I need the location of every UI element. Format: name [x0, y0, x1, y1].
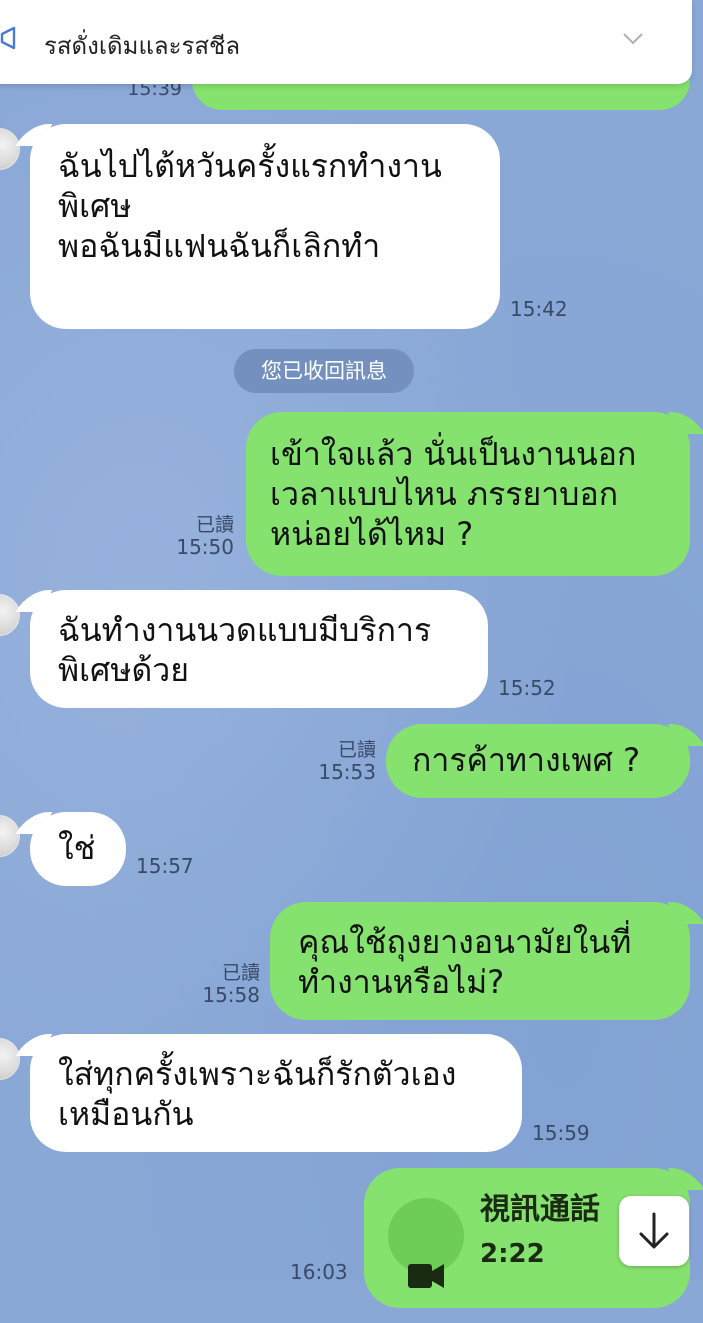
message-meta: 已讀 15:50 [164, 514, 234, 559]
message-time: 15:59 [532, 1121, 590, 1145]
message-time: 15:42 [510, 297, 568, 321]
incoming-message[interactable]: ฉันทำงานนวดแบบมีบริการ พิเศษด้วย [30, 590, 488, 708]
chevron-down-icon[interactable] [622, 32, 644, 46]
read-receipt: 已讀 [337, 739, 376, 761]
message-time: 15:50 [176, 535, 234, 559]
incoming-message[interactable]: ใส่ทุกครั้งเพราะฉันก็รักตัวเอง เหมือนกัน [30, 1034, 522, 1152]
video-call-icon-badge [388, 1198, 464, 1288]
message-time: 15:58 [202, 983, 260, 1007]
incoming-message[interactable]: ใช่ [30, 812, 126, 886]
outgoing-message[interactable]: คุณใช้ถุงยางอนามัยในที่ ทำงานหรือไม่? [270, 902, 690, 1020]
announcement-banner[interactable]: รสดั่งเดิมและรสชีล [0, 0, 692, 84]
message-time: 15:53 [318, 760, 376, 784]
outgoing-message[interactable]: การค้าทางเพศ ? [386, 724, 690, 798]
message-meta: 已讀 15:58 [188, 962, 260, 1007]
scroll-to-bottom-button[interactable] [619, 1196, 689, 1266]
video-camera-icon [408, 1264, 444, 1288]
message-meta: 已讀 15:53 [304, 739, 376, 784]
message-time: 15:57 [136, 854, 194, 878]
call-duration: 2:22 [480, 1239, 545, 1269]
system-notice: 您已收回訊息 [234, 349, 414, 393]
read-receipt: 已讀 [221, 962, 260, 984]
megaphone-icon [0, 26, 16, 50]
incoming-message[interactable]: ฉันไปไต้หวันครั้งแรกทำงาน พิเศษ พอฉันมีแ… [30, 124, 500, 329]
outgoing-message[interactable]: เข้าใจแล้ว นั่นเป็นงานนอก เวลาแบบไหน ภรร… [246, 412, 690, 576]
read-receipt: 已讀 [195, 514, 234, 536]
arrow-down-icon [639, 1212, 669, 1249]
call-title: 視訊通話 [480, 1192, 600, 1227]
message-time: 15:52 [498, 676, 556, 700]
announcement-text: รสดั่งเดิมและรสชีล [44, 32, 241, 60]
